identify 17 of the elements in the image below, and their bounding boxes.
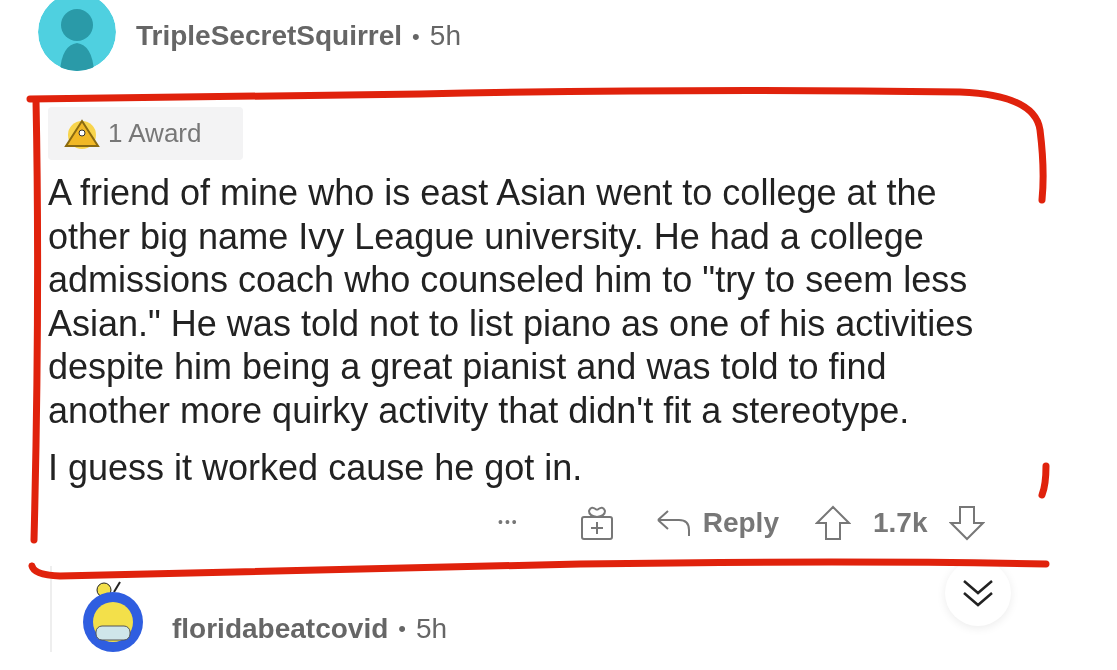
comment-body: A friend of mine who is east Asian went to college at the other big name Ivy League university. He had a college admissions coach who counseled him to "try to seem less Asian." He was told not to list piano as one of his activities despite him being a great pianist and was told to find another more quirky activity that didn't fit a stereotype. I guess it worked cause he got in. (48, 171, 975, 490)
downvote-icon[interactable] (949, 504, 986, 541)
username[interactable]: TripleSecretSquirrel (136, 15, 403, 57)
avatar-icon (38, 0, 116, 71)
annotation-line (1038, 462, 1050, 499)
more-options-button[interactable]: ••• (498, 512, 519, 533)
vote-count: 1.7k (872, 505, 928, 540)
reply-button[interactable]: Reply (654, 501, 779, 544)
timestamp: 5h (429, 19, 461, 53)
separator-dot: • (412, 22, 420, 51)
username[interactable]: floridabeatcovid (172, 607, 389, 650)
separator-dot: • (398, 615, 406, 643)
timestamp: 5h (415, 611, 448, 646)
award-icon (64, 117, 100, 150)
award-badge[interactable]: 1 Award (48, 107, 243, 160)
upvote-icon[interactable] (814, 504, 851, 541)
gift-icon[interactable] (578, 504, 615, 541)
